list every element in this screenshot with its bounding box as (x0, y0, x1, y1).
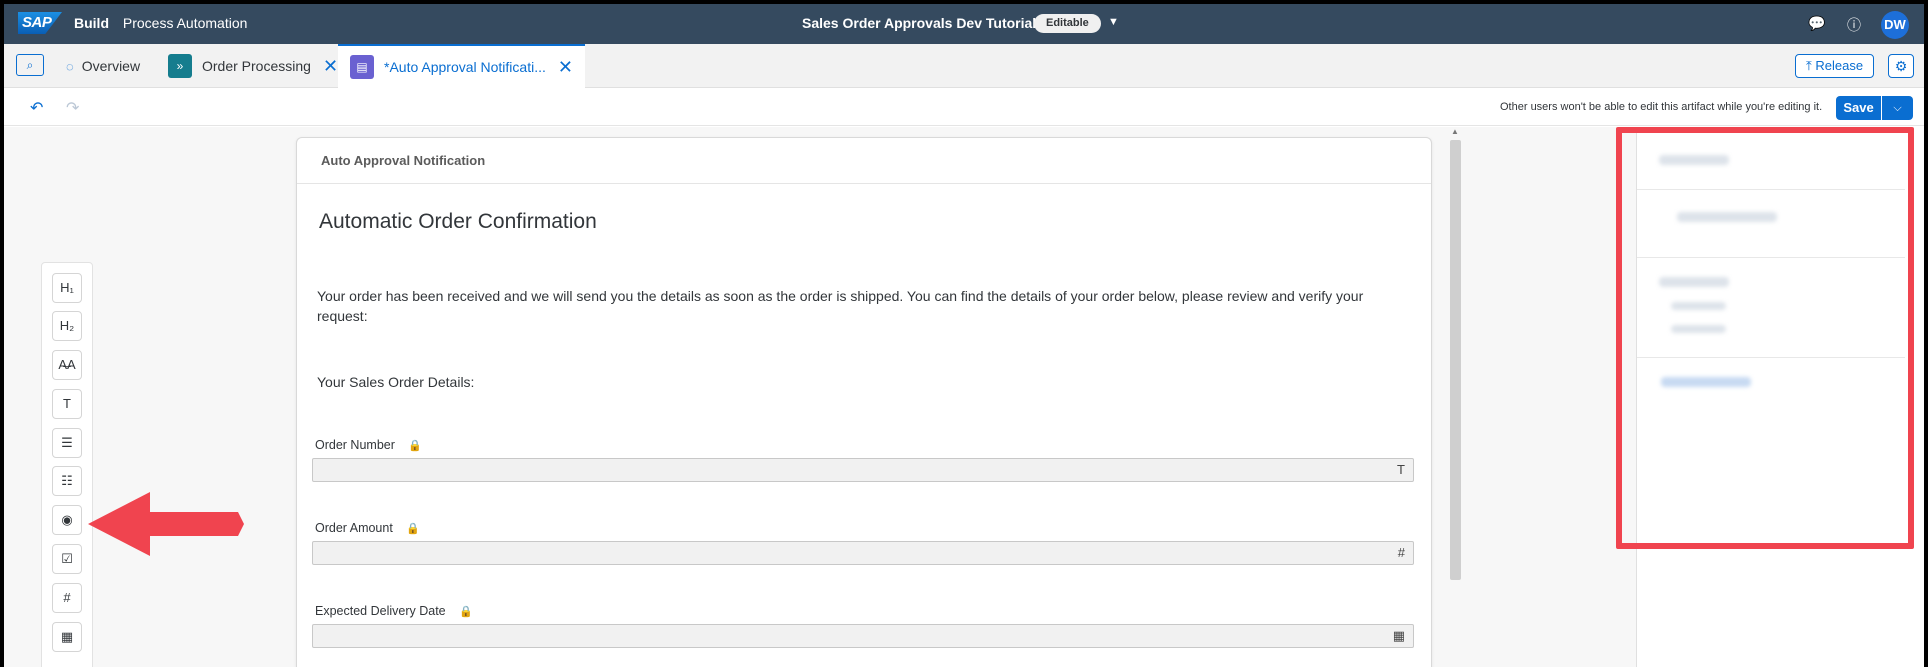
highlight-box (1616, 127, 1914, 549)
tab-bar: ⌕ ◌ Overview » Order Processing ✕ ▤ *Aut… (4, 44, 1924, 88)
checkbox-icon[interactable]: ☑ (52, 544, 82, 574)
field-label-expected-delivery-date: Expected Delivery Date 🔒 (315, 604, 473, 618)
feedback-icon[interactable]: 💬 (1808, 15, 1825, 32)
number-type-icon: # (1397, 545, 1405, 560)
date-icon[interactable]: ▦ (52, 622, 82, 652)
field-label-text: Order Number (315, 438, 395, 452)
save-options-button[interactable]: ⌵ (1882, 96, 1913, 120)
undo-icon[interactable]: ↶ (30, 98, 43, 118)
product-name: Build (74, 15, 109, 31)
redo-icon[interactable]: ↷ (66, 98, 79, 118)
form-title[interactable]: Automatic Order Confirmation (319, 210, 597, 234)
field-label-text: Order Amount (315, 521, 393, 535)
lock-icon: 🔒 (459, 606, 473, 618)
expected-delivery-date-field[interactable]: ▦ (312, 624, 1414, 648)
chevron-down-icon: ⌵ (1893, 102, 1902, 114)
save-button[interactable]: Save (1836, 96, 1881, 120)
shell-bar: SAP Build Process Automation Sales Order… (4, 4, 1924, 44)
status-badge: Editable (1034, 14, 1101, 33)
tab-overview[interactable]: ◌ Overview (66, 44, 140, 88)
order-amount-field[interactable]: # (312, 541, 1414, 565)
brand: Build Process Automation (74, 15, 247, 31)
tab-label: Overview (81, 58, 141, 74)
project-title[interactable]: Sales Order Approvals Dev Tutorial (802, 15, 1036, 31)
form-icon: ▤ (350, 55, 374, 79)
tab-label: *Auto Approval Notificati... (384, 59, 546, 75)
text-field-icon[interactable]: T (52, 389, 82, 419)
text-type-icon: T (1397, 462, 1405, 477)
field-label-text: Expected Delivery Date (315, 604, 446, 618)
tab-order-processing[interactable]: » Order Processing ✕ (168, 44, 338, 88)
paragraph-style-icon[interactable]: A̶A (52, 350, 82, 380)
paragraph-icon[interactable]: ☰ (52, 428, 82, 458)
order-number-field[interactable]: T (312, 458, 1414, 482)
app-name: Process Automation (122, 15, 248, 31)
form-canvas: Auto Approval Notification Automatic Ord… (296, 137, 1432, 667)
element-palette: H₁ H₂ A̶A T ☰ ☷ ◉ ☑ # ▦ (41, 262, 93, 667)
details-heading[interactable]: Your Sales Order Details: (317, 374, 474, 390)
checklist-icon[interactable]: ☷ (52, 466, 82, 496)
radio-icon[interactable]: ◉ (52, 505, 82, 535)
settings-button[interactable]: ⚙ (1888, 54, 1914, 78)
upload-icon: ⤒ (1806, 58, 1812, 73)
search-artifact-button[interactable]: ⌕ (16, 54, 44, 76)
sap-logo[interactable]: SAP (18, 12, 62, 34)
form-paragraph[interactable]: Your order has been received and we will… (317, 286, 1377, 326)
callout-arrow-icon (88, 492, 244, 556)
calendar-icon: ▦ (1392, 628, 1405, 643)
lock-icon: 🔒 (406, 523, 421, 535)
close-icon[interactable]: ✕ (323, 56, 338, 77)
help-icon[interactable]: ⓘ (1847, 15, 1861, 35)
heading2-icon[interactable]: H₂ (52, 311, 82, 341)
release-label: Release (1815, 58, 1864, 73)
chevron-down-icon[interactable]: ▼ (1108, 16, 1119, 28)
tab-label: Order Processing (202, 58, 311, 74)
gear-icon: ⚙ (1894, 58, 1908, 74)
close-icon[interactable]: ✕ (558, 57, 573, 78)
lock-icon: 🔒 (408, 440, 423, 452)
overview-icon: ◌ (66, 58, 74, 74)
editor-toolbar: ↶ ↷ Other users won't be able to edit th… (4, 88, 1924, 126)
release-button[interactable]: ⤒ Release (1795, 54, 1875, 78)
field-label-order-amount: Order Amount 🔒 (315, 521, 420, 535)
heading1-icon[interactable]: H₁ (52, 273, 82, 303)
form-header: Auto Approval Notification (297, 138, 1431, 184)
edit-lock-note: Other users won't be able to edit this a… (1500, 101, 1823, 113)
scroll-up-icon[interactable]: ▲ (1451, 127, 1459, 136)
number-icon[interactable]: # (52, 583, 82, 613)
field-label-order-number: Order Number 🔒 (315, 438, 422, 452)
search-icon: ⌕ (26, 58, 34, 72)
canvas-scrollbar[interactable] (1450, 140, 1461, 580)
avatar[interactable]: DW (1881, 11, 1909, 39)
process-icon: » (168, 54, 192, 78)
tab-auto-approval-notification[interactable]: ▤ *Auto Approval Notificati... ✕ (338, 44, 585, 88)
